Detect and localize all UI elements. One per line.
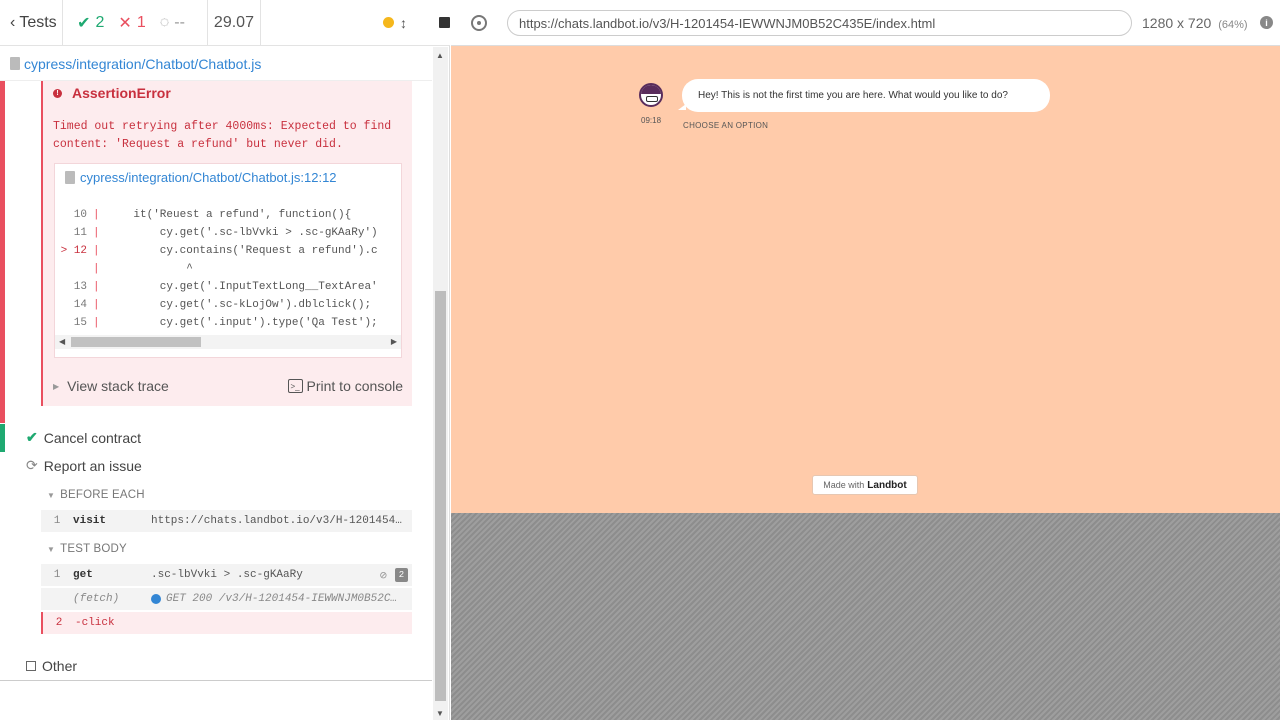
message-time: 09:18 <box>641 116 662 125</box>
caret-down-icon: ▼ <box>47 490 56 500</box>
tests-label: Tests <box>19 13 57 31</box>
passed-test-indicator <box>0 424 5 452</box>
spec-file-link[interactable]: cypress/integration/Chatbot/Chatbot.js <box>24 56 261 72</box>
url-bar: 1280 x 720 (64%) i <box>451 0 1280 46</box>
error-panel: ! AssertionError Timed out retrying afte… <box>41 81 412 406</box>
code-line: 15 | cy.get('.input').type('Qa Test'); <box>73 317 378 329</box>
tests-button[interactable]: ‹ Tests <box>0 0 64 46</box>
test-cancel-contract[interactable]: ✔ Cancel contract <box>26 429 141 446</box>
passed-count: ✔ 2 <box>77 13 105 32</box>
scroll-right-icon[interactable]: ▶ <box>391 337 397 346</box>
code-horizontal-scrollbar[interactable]: ◀ ▶ <box>55 335 401 349</box>
code-line: 11 | cy.get('.sc-lbVvki > .sc-gKAaRy') <box>73 227 378 239</box>
error-title: ! AssertionError <box>53 83 171 103</box>
landbot-logo: Landbot <box>867 479 907 491</box>
viewport-size: 1280 x 720 (64%) <box>1142 15 1248 31</box>
pending-count: ◌ -- <box>159 13 185 31</box>
command-fetch[interactable]: (fetch) GET 200 /v3/H-1201454-IEWWNJM0B5… <box>41 588 412 610</box>
element-count-badge: 2 <box>395 568 408 582</box>
failed-count: ✕ 1 <box>118 13 146 32</box>
run-controls: ↕ <box>261 0 450 46</box>
code-lines: 10 | it('Reuest a refund', function(){ 11… <box>55 206 401 332</box>
hook-test-body[interactable]: ▼ TEST BODY <box>47 543 127 555</box>
pending-square-icon <box>26 661 36 671</box>
scroll-down-icon[interactable]: ▼ <box>436 709 444 718</box>
command-click-failed[interactable]: 2 -click <box>41 612 412 634</box>
scroll-thumb[interactable] <box>71 337 201 347</box>
scroll-left-icon[interactable]: ◀ <box>59 337 65 346</box>
selector-playground-crosshair-icon[interactable] <box>471 15 487 31</box>
code-line-current: > 12 | cy.contains('Request a refund').c <box>60 245 378 257</box>
error-message: Timed out retrying after 4000ms: Expecte… <box>53 120 392 151</box>
pending-circle-icon: ◌ <box>159 13 170 31</box>
info-icon[interactable]: i <box>1260 16 1273 29</box>
made-with-landbot-badge[interactable]: Made with Landbot <box>812 475 918 495</box>
spec-file-bar: cypress/integration/Chatbot/Chatbot.js <box>0 47 432 81</box>
app-preview-panel: 1280 x 720 (64%) i 09:18 Hey! This is no… <box>451 0 1280 720</box>
choose-option-label: CHOOSE AN OPTION <box>683 121 769 130</box>
code-frame: cypress/integration/Chatbot/Chatbot.js:1… <box>54 163 402 358</box>
x-icon: ✕ <box>118 14 132 32</box>
code-line: 10 | it('Reuest a refund', function(){ <box>73 209 352 221</box>
file-icon <box>10 57 20 70</box>
request-status-dot-icon <box>151 594 161 604</box>
divider <box>0 680 432 681</box>
code-line: | ^ <box>93 263 193 275</box>
running-icon: ⟳ <box>26 457 38 473</box>
scroll-toggle-icon[interactable]: ↕ <box>400 15 407 31</box>
reporter-vertical-scrollbar[interactable]: ▲ ▼ <box>433 47 448 720</box>
print-to-console-button[interactable]: >_ Print to console <box>287 378 403 394</box>
command-get[interactable]: 1 get .sc-lbVvki > .sc-gKAaRy ⊘ 2 <box>41 564 412 586</box>
scroll-thumb[interactable] <box>435 291 446 701</box>
reporter-header: ‹ Tests ✔ 2 ✕ 1 ◌ -- 29.07 ↕ <box>0 0 450 46</box>
check-icon: ✔ <box>77 14 91 32</box>
stop-icon[interactable] <box>439 17 450 28</box>
test-report-an-issue[interactable]: ⟳ Report an issue <box>26 457 142 474</box>
check-icon: ✔ <box>26 429 38 445</box>
bot-avatar <box>639 83 663 107</box>
caret-down-icon: ▼ <box>47 544 56 554</box>
failed-test-indicator <box>0 81 5 423</box>
view-stack-trace-toggle[interactable]: ▶ View stack trace <box>53 378 169 394</box>
scroll-up-icon[interactable]: ▲ <box>436 51 444 60</box>
duration: 29.07 <box>208 0 261 46</box>
code-line: 14 | cy.get('.sc-kLojOw').dblclick(); <box>73 299 372 311</box>
code-file-link[interactable]: cypress/integration/Chatbot/Chatbot.js:1… <box>65 170 337 185</box>
chatbot-app: 09:18 Hey! This is not the first time yo… <box>451 46 1280 513</box>
url-input[interactable] <box>507 10 1132 36</box>
bot-message-bubble: Hey! This is not the first time you are … <box>678 79 1050 112</box>
code-line: 13 | cy.get('.InputTextLong__TextArea' <box>73 281 378 293</box>
file-icon <box>65 171 75 184</box>
terminal-icon: >_ <box>287 379 303 393</box>
command-visit[interactable]: 1 visit https://chats.landbot.io/v3/H-12… <box>41 510 412 532</box>
reporter-body: ! AssertionError Timed out retrying afte… <box>0 81 432 681</box>
chevron-left-icon: ‹ <box>10 13 16 31</box>
caret-right-icon: ▶ <box>53 381 60 391</box>
error-icon: ! <box>53 88 62 98</box>
eye-slash-icon: ⊘ <box>379 568 387 583</box>
test-other[interactable]: Other <box>26 658 77 674</box>
error-footer: ▶ View stack trace >_ Print to console <box>53 378 403 394</box>
reporter-panel: ‹ Tests ✔ 2 ✕ 1 ◌ -- 29.07 ↕ cypress/int… <box>0 0 450 720</box>
hook-before-each[interactable]: ▼ BEFORE EACH <box>47 489 145 501</box>
test-stats: ✔ 2 ✕ 1 ◌ -- <box>63 0 208 46</box>
auto-scroll-indicator-icon[interactable] <box>383 17 394 28</box>
